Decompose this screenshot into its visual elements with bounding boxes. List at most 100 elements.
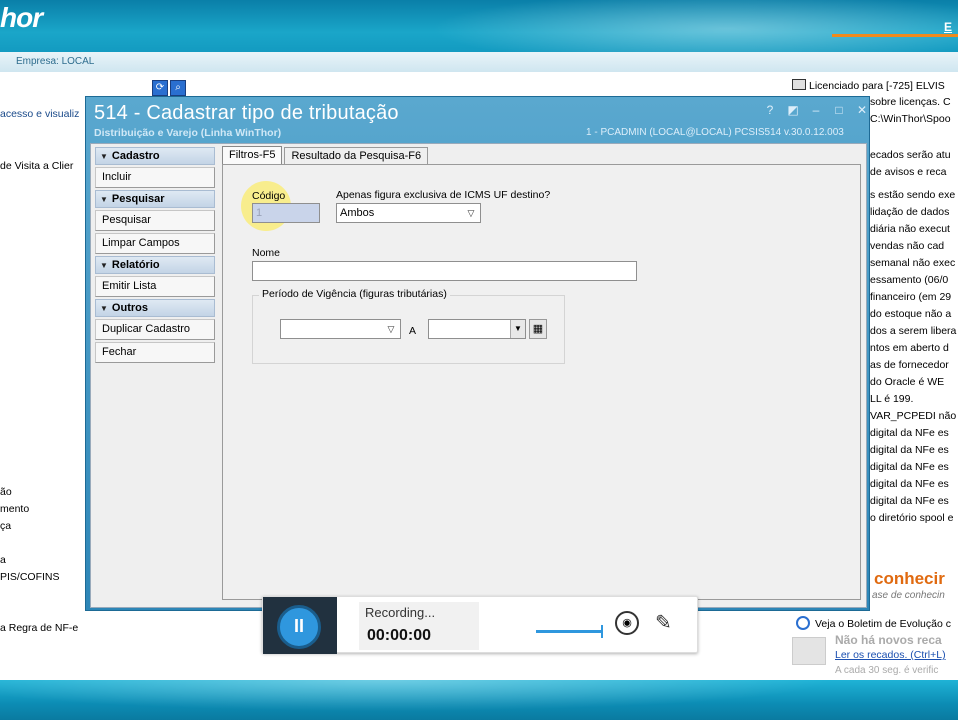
notice-line: digital da NFe es	[870, 478, 949, 490]
boletim-text: Veja o Boletim de Evolução c	[815, 618, 951, 630]
menu-group-label: Outros	[111, 302, 148, 314]
webcam-icon[interactable]: ◉	[615, 611, 639, 635]
calendar-icon[interactable]: ▦	[529, 319, 547, 339]
nav-item[interactable]: de Visita a Clier	[0, 160, 73, 172]
duplicar-cadastro-button[interactable]: Duplicar Cadastro	[95, 319, 215, 340]
routine-window: 514 - Cadastrar tipo de tributação Distr…	[85, 96, 870, 611]
company-bar	[0, 52, 958, 72]
dropdown-arrow-icon[interactable]: ▼	[510, 320, 525, 338]
minimize-icon[interactable]: –	[807, 103, 825, 117]
window-subtitle: Distribuição e Varejo (Linha WinThor)	[94, 127, 282, 139]
notice-line: sobre licenças. C	[870, 96, 951, 108]
emitir-lista-button[interactable]: Emitir Lista	[95, 276, 215, 297]
search-icon[interactable]: ⌕	[170, 80, 186, 96]
tab-bar: Filtros-F5 Resultado da Pesquisa-F6	[222, 146, 430, 165]
read-messages-link[interactable]: Ler os recados. (Ctrl+L)	[835, 649, 946, 661]
window-title: 514 - Cadastrar tipo de tributação	[94, 102, 399, 124]
collapse-arrow-icon: ▼	[100, 195, 108, 204]
notice-line: digital da NFe es	[870, 461, 949, 473]
menu-group-pesquisar[interactable]: ▼ Pesquisar	[95, 190, 215, 208]
notice-line: diária não execut	[870, 223, 950, 235]
notice-line: semanal não exec	[870, 257, 956, 269]
notice-line: do Oracle é WE	[870, 376, 945, 388]
incluir-button[interactable]: Incluir	[95, 167, 215, 188]
search-tools: ⟳ ⌕	[152, 80, 192, 96]
knowledge-base-title[interactable]: conhecir	[874, 569, 945, 589]
nav-item[interactable]: a Regra de NF-e	[0, 622, 78, 634]
notice-line: ntos em aberto d	[870, 342, 949, 354]
date-separator: A	[409, 325, 417, 337]
nome-input[interactable]	[252, 261, 637, 281]
date-from-picker[interactable]: ▽	[280, 319, 401, 339]
boletim-link[interactable]: Veja o Boletim de Evolução c	[796, 616, 951, 630]
tab-filtros[interactable]: Filtros-F5	[222, 146, 283, 165]
notice-line: dos a serem libera	[870, 325, 957, 337]
nav-item[interactable]: ão	[0, 486, 12, 498]
notice-line: s estão sendo exe	[870, 189, 956, 201]
filters-panel: Código 1 Apenas figura exclusiva de ICMS…	[222, 164, 861, 600]
recording-timer: 00:00:00	[367, 627, 432, 644]
nav-item[interactable]: ça	[0, 520, 11, 532]
icms-select-value: Ambos	[340, 207, 375, 219]
codigo-input[interactable]: 1	[252, 203, 320, 223]
chevron-down-icon: ▽	[467, 208, 475, 218]
window-user-info: 1 - PCADMIN (LOCAL@LOCAL) PCSIS514 v.30.…	[586, 127, 844, 138]
nav-item[interactable]: mento	[0, 503, 29, 515]
notice-line: do estoque não a	[870, 308, 952, 320]
menu-group-relatorio[interactable]: ▼ Relatório	[95, 256, 215, 274]
collapse-arrow-icon: ▼	[100, 152, 108, 161]
pesquisar-button[interactable]: Pesquisar	[95, 210, 215, 231]
nome-label: Nome	[252, 247, 281, 259]
knowledge-base-subtitle: ase de conhecin	[872, 590, 945, 601]
chevron-down-icon: ▽	[387, 324, 395, 334]
nav-item[interactable]: a	[0, 554, 6, 566]
notice-line: LL é 199.	[870, 393, 914, 405]
icms-label: Apenas figura exclusiva de ICMS UF desti…	[336, 189, 551, 201]
tab-resultado[interactable]: Resultado da Pesquisa-F6	[284, 147, 429, 165]
pen-icon[interactable]: ✎	[655, 611, 679, 637]
collapse-arrow-icon: ▼	[100, 261, 108, 270]
nav-item[interactable]: acesso e visualiz	[0, 108, 79, 120]
help-icon[interactable]: ?	[761, 103, 779, 117]
notice-line: ecados serão atu	[870, 149, 951, 161]
notice-line: o diretório spool e	[870, 512, 954, 524]
notice-line: vendas não cad	[870, 240, 945, 252]
notice-line: digital da NFe es	[870, 495, 949, 507]
notice-line: financeiro (em 29	[870, 291, 952, 303]
limpar-campos-button[interactable]: Limpar Campos	[95, 233, 215, 254]
fechar-button[interactable]: Fechar	[95, 342, 215, 363]
volume-slider[interactable]	[536, 625, 603, 638]
recording-status: Recording...	[365, 605, 436, 620]
license-icon	[792, 79, 806, 90]
notice-line: lidação de dados	[870, 206, 950, 218]
menu-group-label: Relatório	[111, 259, 160, 271]
close-icon[interactable]: ✕	[853, 103, 871, 117]
date-to-picker[interactable]: ▼	[428, 319, 526, 339]
window-body: ▼ Cadastro Incluir ▼ Pesquisar Pesquisar L…	[90, 143, 867, 608]
refresh-icon[interactable]: ⟳	[152, 80, 168, 96]
menu-group-label: Pesquisar	[111, 193, 165, 205]
app-footer	[0, 680, 958, 720]
restore-icon[interactable]: ◩	[784, 103, 802, 117]
recorder-control-area: II	[263, 597, 337, 654]
notice-line: essamento (06/0	[870, 274, 949, 286]
header-link[interactable]: E	[944, 20, 952, 34]
maximize-icon[interactable]: □	[830, 103, 848, 117]
refresh-interval-label: A cada 30 seg. é verific	[835, 665, 939, 676]
background-nav: acesso e visualiz de Visita a Clier ão m…	[0, 76, 90, 676]
envelope-icon	[792, 637, 826, 665]
messages-panel: Não há novos reca Ler os recados. (Ctrl+…	[792, 633, 958, 677]
notice-line: de avisos e reca	[870, 166, 947, 178]
app-logo: hor	[0, 2, 43, 33]
pause-button[interactable]: II	[277, 605, 321, 649]
icms-select[interactable]: Ambos ▽	[336, 203, 481, 223]
menu-group-cadastro[interactable]: ▼ Cadastro	[95, 147, 215, 165]
menu-group-label: Cadastro	[111, 150, 160, 162]
menu-group-outros[interactable]: ▼ Outros	[95, 299, 215, 317]
window-controls: ? ◩ – □ ✕	[756, 103, 871, 119]
notice-line: C:\WinThor\Spoo	[870, 113, 951, 125]
nav-item[interactable]: PIS/COFINS	[0, 571, 60, 583]
header-accent-line	[832, 34, 958, 37]
recorder-status-box: Recording... 00:00:00	[359, 602, 479, 650]
company-label: Empresa: LOCAL	[16, 56, 95, 67]
